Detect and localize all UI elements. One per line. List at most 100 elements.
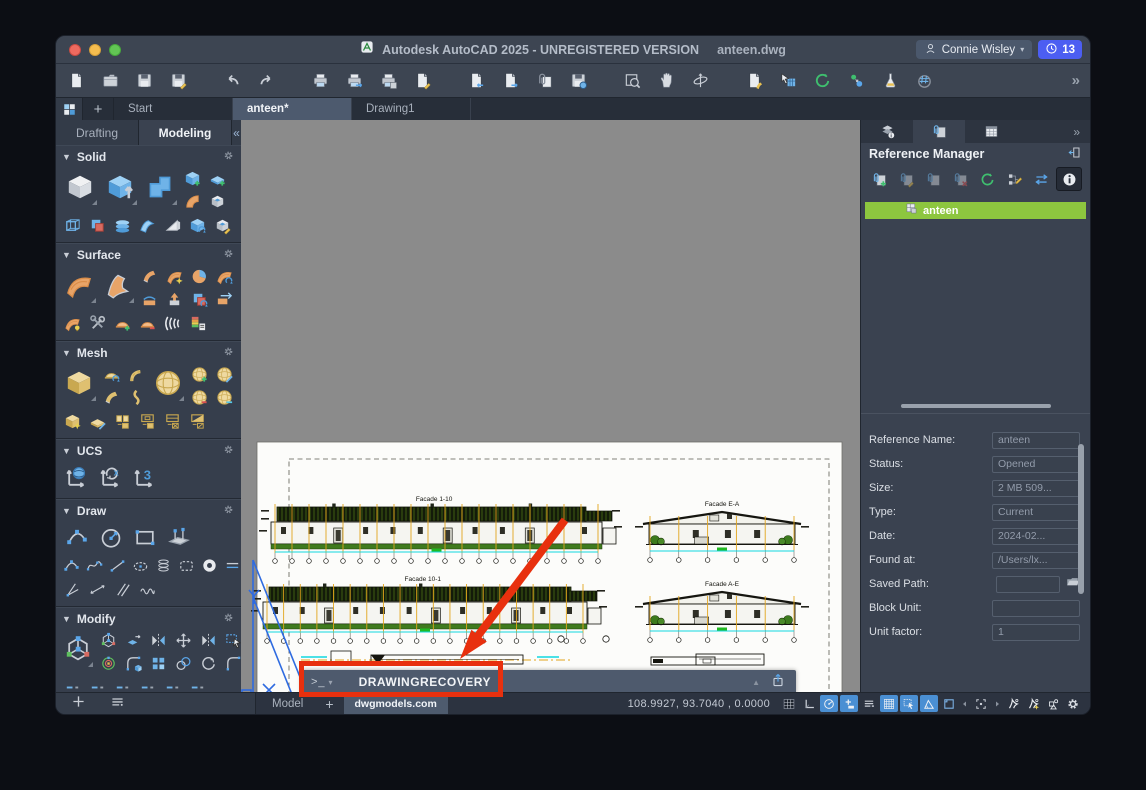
- multiline-icon[interactable]: [223, 555, 241, 576]
- pan-button[interactable]: [656, 71, 676, 91]
- fillet-edge-icon[interactable]: [182, 191, 203, 212]
- move-icon[interactable]: [173, 630, 194, 651]
- donut-icon[interactable]: [200, 555, 219, 576]
- palette-list-button[interactable]: [109, 693, 126, 715]
- share-icon[interactable]: [770, 672, 786, 693]
- clipped-tool-5-icon[interactable]: [162, 677, 183, 692]
- viewport-control-toggle[interactable]: [940, 695, 958, 712]
- convert-smooth-icon[interactable]: [187, 411, 208, 432]
- orbit-button[interactable]: [690, 71, 710, 91]
- new-drawing-button[interactable]: [66, 71, 86, 91]
- annotation-autoscale-toggle[interactable]: [1024, 695, 1042, 712]
- mesh-wave-icon[interactable]: [126, 387, 147, 408]
- 3d-align-icon[interactable]: [187, 215, 208, 236]
- solid-edit-icon[interactable]: [212, 215, 233, 236]
- minimize-button[interactable]: [89, 44, 101, 56]
- stretch-icon[interactable]: [123, 630, 144, 651]
- circle-icon[interactable]: [96, 522, 126, 552]
- tab-sheet-set[interactable]: [965, 120, 1017, 143]
- field-value[interactable]: Current: [992, 504, 1080, 521]
- surf-trim-icon[interactable]: [214, 289, 235, 310]
- palette-collapse-button[interactable]: «: [232, 120, 241, 145]
- reference-list-item[interactable]: anteen: [865, 202, 1086, 219]
- tab-reference-manager[interactable]: [913, 120, 965, 143]
- lineweight-toggle[interactable]: [860, 695, 878, 712]
- fillet-icon[interactable]: [223, 653, 241, 674]
- sweep-icon[interactable]: [137, 215, 158, 236]
- page-setup-button[interactable]: [378, 71, 398, 91]
- field-value[interactable]: 1: [992, 624, 1080, 641]
- palette-tab-drafting[interactable]: Drafting: [56, 120, 139, 145]
- smooth-more-icon[interactable]: [189, 364, 210, 385]
- plot-style-button[interactable]: [412, 71, 432, 91]
- mesh-sphere-icon[interactable]: [151, 364, 186, 402]
- arc-icon[interactable]: [62, 522, 92, 552]
- mesh-pipe-icon[interactable]: [126, 364, 147, 385]
- fillet-edge-2-icon[interactable]: [123, 653, 144, 674]
- cycle-right-toggle[interactable]: [992, 695, 1002, 712]
- command-input[interactable]: DRAWINGRECOVERY: [359, 675, 491, 689]
- new-layout-button[interactable]: +: [319, 693, 339, 714]
- surf-offset-icon[interactable]: [139, 289, 160, 310]
- zoom-window-button[interactable]: [622, 71, 642, 91]
- panel-overflow-button[interactable]: »: [1073, 120, 1090, 143]
- ucs-3point-icon[interactable]: 3: [130, 462, 160, 492]
- surf-sculpt-icon[interactable]: [62, 313, 83, 334]
- field-value[interactable]: /Users/lx...: [992, 552, 1080, 569]
- redo-button[interactable]: [256, 71, 276, 91]
- extrude-icon[interactable]: [102, 168, 138, 206]
- object-snap-toggle[interactable]: [840, 695, 858, 712]
- open-button[interactable]: [100, 71, 120, 91]
- plot-button[interactable]: [310, 71, 330, 91]
- annotation-scale-toggle[interactable]: [1044, 695, 1062, 712]
- mesh-crease-icon[interactable]: [214, 387, 235, 408]
- clip-reference-button[interactable]: [894, 168, 918, 190]
- section-gear-icon[interactable]: [222, 611, 235, 627]
- geo-coordinates-button[interactable]: [914, 71, 934, 91]
- presspull-icon[interactable]: [142, 168, 178, 206]
- export-button[interactable]: [500, 71, 520, 91]
- mesh-smooth-object-icon[interactable]: [62, 411, 83, 432]
- details-scrollbar[interactable]: [1078, 444, 1084, 594]
- arc-3point-icon[interactable]: [62, 555, 81, 576]
- polar-tracking-toggle[interactable]: [820, 695, 838, 712]
- convert-prism-icon[interactable]: [162, 411, 183, 432]
- section-gear-icon[interactable]: [222, 503, 235, 519]
- selection-window-toggle[interactable]: [972, 695, 990, 712]
- file-tab-menu-icon[interactable]: [56, 98, 83, 120]
- annotation-visibility-toggle[interactable]: [1004, 695, 1022, 712]
- clipped-tool-4-icon[interactable]: [137, 677, 158, 692]
- wedge-icon[interactable]: [162, 215, 183, 236]
- mesh-refine-icon[interactable]: [214, 364, 235, 385]
- 3d-move-icon[interactable]: [98, 630, 119, 651]
- angle-snap-toggle[interactable]: [920, 695, 938, 712]
- file-tab-anteen[interactable]: anteen*: [233, 98, 352, 120]
- refresh-references-button[interactable]: [975, 168, 999, 190]
- mirror-icon[interactable]: [198, 630, 219, 651]
- spline-icon[interactable]: [85, 555, 104, 576]
- surf-blend-icon[interactable]: [139, 266, 160, 287]
- trial-timer-badge[interactable]: 13: [1038, 40, 1082, 59]
- field-value[interactable]: Opened: [992, 456, 1080, 473]
- customization-toggle[interactable]: [1064, 695, 1082, 712]
- collapse-triangle-icon[interactable]: ▼: [62, 152, 71, 162]
- extrude-face-icon[interactable]: [112, 411, 133, 432]
- polysolid-icon[interactable]: [182, 168, 203, 189]
- cv-remove-icon[interactable]: [137, 313, 158, 334]
- planar-surface-icon[interactable]: [164, 522, 194, 552]
- section-gear-icon[interactable]: [222, 443, 235, 459]
- command-line[interactable]: >_ ▾ DRAWINGRECOVERY ▲: [301, 670, 796, 692]
- 3d-wireframe-icon[interactable]: [62, 215, 83, 236]
- tab-layer-states[interactable]: i: [861, 120, 913, 143]
- collapse-triangle-icon[interactable]: ▼: [62, 348, 71, 358]
- save-to-web-button[interactable]: [568, 71, 588, 91]
- helix-icon[interactable]: [154, 555, 173, 576]
- unload-reference-button[interactable]: [921, 168, 945, 190]
- model-tab[interactable]: Model: [256, 693, 319, 714]
- shell-icon[interactable]: [207, 191, 228, 212]
- parallel-icon[interactable]: [112, 579, 133, 600]
- render-button[interactable]: [880, 71, 900, 91]
- line-icon[interactable]: [108, 555, 127, 576]
- analysis-zebra-icon[interactable]: [162, 313, 183, 334]
- collapse-triangle-icon[interactable]: ▼: [62, 506, 71, 516]
